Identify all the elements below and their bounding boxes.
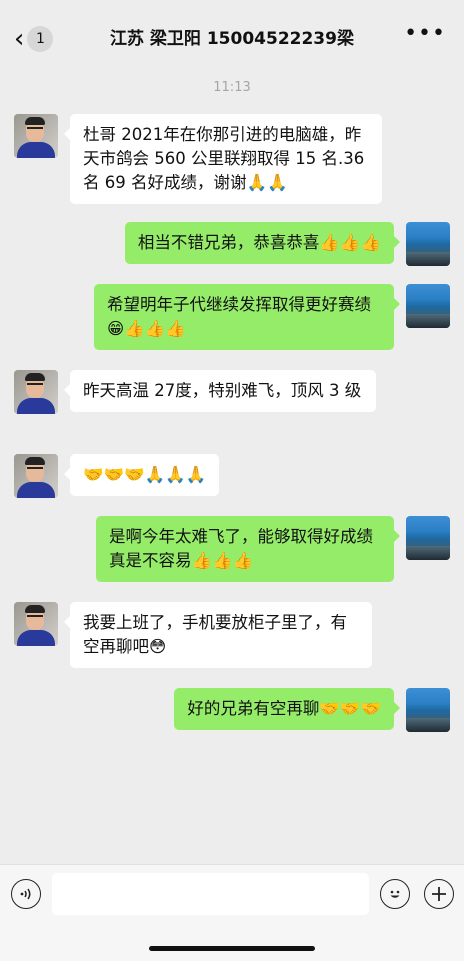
outgoing-bubble[interactable]: 是啊今年太难飞了，能够取得好成绩真是不容易👍👍👍 <box>96 516 400 582</box>
incoming-bubble[interactable]: 昨天高温 27度，特别难飞，顶风 3 级 <box>64 370 376 412</box>
man-avatar[interactable] <box>14 370 58 414</box>
home-indicator[interactable] <box>149 946 315 951</box>
outgoing-bubble[interactable]: 相当不错兄弟，恭喜恭喜👍👍👍 <box>124 222 401 264</box>
sea-avatar[interactable] <box>406 284 450 328</box>
voice-waves-icon <box>20 888 31 900</box>
plus-icon[interactable] <box>424 879 454 909</box>
chevron-left-icon: ‹ <box>14 24 25 54</box>
timestamp: 11:13 <box>213 80 251 95</box>
outgoing-bubble[interactable]: 好的兄弟有空再聊🤝🤝🤝 <box>174 688 400 730</box>
back-button[interactable]: ‹ 1 <box>14 25 64 53</box>
man-avatar[interactable] <box>14 454 58 498</box>
sea-avatar[interactable] <box>406 516 450 560</box>
incoming-bubble[interactable]: 杜哥 2021年在你那引进的电脑雄，昨天市鸽会 560 公里联翔取得 15 名.… <box>64 114 382 204</box>
unread-count-badge: 1 <box>27 26 54 52</box>
message-input[interactable] <box>52 873 369 915</box>
voice-icon[interactable] <box>11 879 41 909</box>
message-list[interactable]: 11:13 杜哥 2021年在你那引进的电脑雄，昨天市鸽会 560 公里联翔取得… <box>0 78 464 864</box>
man-avatar[interactable] <box>14 602 58 646</box>
smiley-face-icon <box>390 890 400 898</box>
man-avatar[interactable] <box>14 114 58 158</box>
chat-header: ‹ 1 江苏 梁卫阳 15004522239梁 ••• <box>0 0 464 78</box>
chat-title: 江苏 梁卫阳 15004522239梁 <box>110 29 354 49</box>
outgoing-bubble[interactable]: 希望明年子代继续发挥取得更好赛绩😁👍👍👍 <box>94 284 400 350</box>
sea-avatar[interactable] <box>406 688 450 732</box>
incoming-bubble[interactable]: 🤝🤝🤝🙏🙏🙏 <box>63 454 220 496</box>
emoji-icon[interactable] <box>380 879 410 909</box>
add-icon <box>432 887 446 901</box>
sea-avatar[interactable] <box>406 222 450 266</box>
more-options-button[interactable]: ••• <box>404 23 446 45</box>
incoming-bubble[interactable]: 我要上班了，手机要放柜子里了，有空再聊吧😳 <box>64 602 372 668</box>
